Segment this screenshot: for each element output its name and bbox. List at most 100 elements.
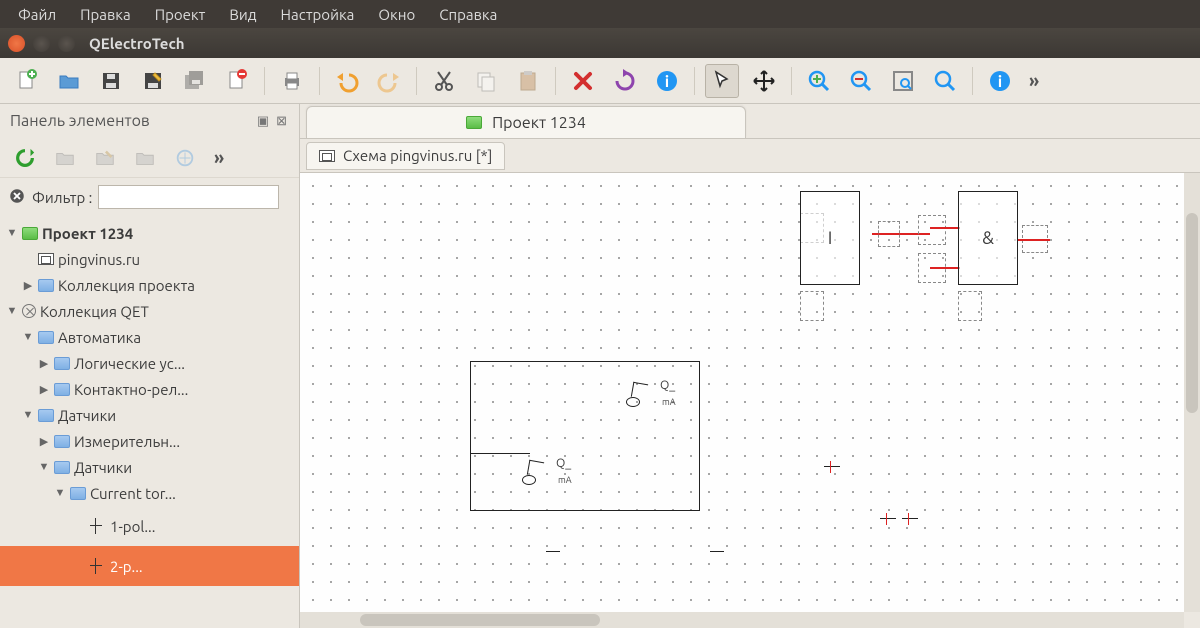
tree-diagram[interactable]: pingvinus.ru	[0, 246, 299, 272]
panel-overflow[interactable]: »	[210, 148, 228, 168]
horizontal-scrollbar[interactable]	[300, 612, 1184, 628]
component-icon	[86, 518, 106, 534]
schematic-canvas[interactable]: Q_ mA Q_ mA I &	[300, 173, 1184, 612]
folder-icon	[70, 487, 86, 500]
collection-icon	[22, 304, 36, 318]
tree-item-2p[interactable]: 2-p...	[0, 546, 299, 586]
folder-icon	[38, 409, 54, 422]
pointer-button[interactable]	[705, 64, 739, 98]
tree-measuring[interactable]: ▶Измерительн...	[0, 428, 299, 454]
panel-import-button[interactable]	[170, 143, 200, 173]
wire[interactable]	[1018, 239, 1050, 241]
port-dashed[interactable]	[800, 291, 824, 321]
component-q2[interactable]	[528, 461, 554, 487]
tree-proj-collection[interactable]: ▶Коллекция проекта	[0, 272, 299, 298]
toolbar-separator	[416, 67, 417, 95]
wire[interactable]	[710, 551, 724, 552]
panel-header-icons[interactable]: ▣ ⊠	[257, 114, 289, 129]
print-button[interactable]	[275, 64, 309, 98]
terminal[interactable]	[824, 461, 840, 473]
folder-icon	[22, 227, 38, 240]
new-button[interactable]	[10, 64, 44, 98]
save-as-button[interactable]	[136, 64, 170, 98]
terminal[interactable]	[902, 513, 918, 525]
menu-window[interactable]: Окно	[368, 3, 425, 26]
tree-contact[interactable]: ▶Контактно-рел...	[0, 376, 299, 402]
filter-label: Фильтр :	[32, 189, 92, 206]
tree-sensors2[interactable]: ▼Датчики	[0, 454, 299, 480]
logic-block-i[interactable]: I	[800, 191, 860, 285]
menu-help[interactable]: Справка	[429, 3, 507, 26]
panel-delete-button[interactable]	[130, 143, 160, 173]
port-dashed[interactable]	[878, 221, 900, 247]
undo-button[interactable]	[330, 64, 364, 98]
tree-logic[interactable]: ▶Логические ус...	[0, 350, 299, 376]
save-button[interactable]	[94, 64, 128, 98]
cut-button[interactable]	[427, 64, 461, 98]
copy-button[interactable]	[469, 64, 503, 98]
delete-button[interactable]	[566, 64, 600, 98]
toolbar-separator	[972, 67, 973, 95]
panel-folder-button[interactable]	[50, 143, 80, 173]
toolbar-separator	[791, 67, 792, 95]
reload-button[interactable]	[10, 143, 40, 173]
zoom-out-button[interactable]	[844, 64, 878, 98]
tree-qet-collection[interactable]: ▼Коллекция QET	[0, 298, 299, 324]
zoom-fit-button[interactable]	[886, 64, 920, 98]
port-dashed[interactable]	[958, 291, 982, 321]
info-button[interactable]: i	[650, 64, 684, 98]
document-tabbar: Схема pingvinus.ru [*]	[300, 138, 1200, 172]
project-tab[interactable]: Проект 1234	[306, 106, 746, 138]
menu-file[interactable]: Файл	[8, 3, 66, 26]
menu-view[interactable]: Вид	[219, 3, 266, 26]
wire[interactable]	[930, 227, 960, 229]
window-close-icon[interactable]	[8, 35, 25, 52]
window-maximize-icon[interactable]	[58, 35, 75, 52]
menu-settings[interactable]: Настройка	[271, 3, 365, 26]
save-all-button[interactable]	[178, 64, 212, 98]
component-q1[interactable]	[632, 383, 658, 409]
logic-label: I	[828, 228, 833, 248]
filter-clear-icon[interactable]	[8, 187, 26, 208]
terminal[interactable]	[880, 513, 896, 525]
q-label: Q_	[556, 457, 571, 470]
vertical-scrollbar[interactable]	[1184, 173, 1200, 612]
folder-icon	[54, 461, 70, 474]
logic-block-and[interactable]: &	[958, 191, 1018, 285]
tree-sensors[interactable]: ▼Датчики	[0, 402, 299, 428]
panel-header: Панель элементов ▣ ⊠	[0, 104, 299, 138]
wire[interactable]	[470, 453, 530, 454]
port-dashed[interactable]	[918, 215, 946, 245]
open-button[interactable]	[52, 64, 86, 98]
filter-input[interactable]	[98, 185, 279, 209]
wire[interactable]	[930, 267, 960, 269]
toolbar-separator	[555, 67, 556, 95]
document-tab[interactable]: Схема pingvinus.ru [*]	[306, 142, 505, 170]
tree-automation[interactable]: ▼Автоматика	[0, 324, 299, 350]
tree-item-1pol[interactable]: 1-pol...	[0, 506, 299, 546]
about-button[interactable]: i	[983, 64, 1017, 98]
folder-icon	[54, 435, 70, 448]
menu-edit[interactable]: Правка	[70, 3, 141, 26]
close-button[interactable]	[220, 64, 254, 98]
toolbar-overflow[interactable]: »	[1025, 71, 1043, 91]
project-tab-label: Проект 1234	[492, 114, 586, 132]
wire[interactable]	[546, 551, 560, 552]
window-minimize-icon[interactable]	[33, 35, 50, 52]
redo-button[interactable]	[372, 64, 406, 98]
ma-label: mA	[662, 397, 676, 407]
paste-button[interactable]	[511, 64, 545, 98]
elements-panel: Панель элементов ▣ ⊠ » Фильтр : ▼Проект …	[0, 104, 300, 628]
panel-title: Панель элементов	[10, 112, 150, 130]
rotate-button[interactable]	[608, 64, 642, 98]
panel-edit-button[interactable]	[90, 143, 120, 173]
menu-project[interactable]: Проект	[145, 3, 216, 26]
move-button[interactable]	[747, 64, 781, 98]
toolbar-separator	[264, 67, 265, 95]
zoom-in-button[interactable]	[802, 64, 836, 98]
tree-project[interactable]: ▼Проект 1234	[0, 220, 299, 246]
svg-text:i: i	[665, 73, 669, 91]
tree-current-tor[interactable]: ▼Current tor...	[0, 480, 299, 506]
folder-icon	[466, 116, 482, 129]
zoom-reset-button[interactable]	[928, 64, 962, 98]
